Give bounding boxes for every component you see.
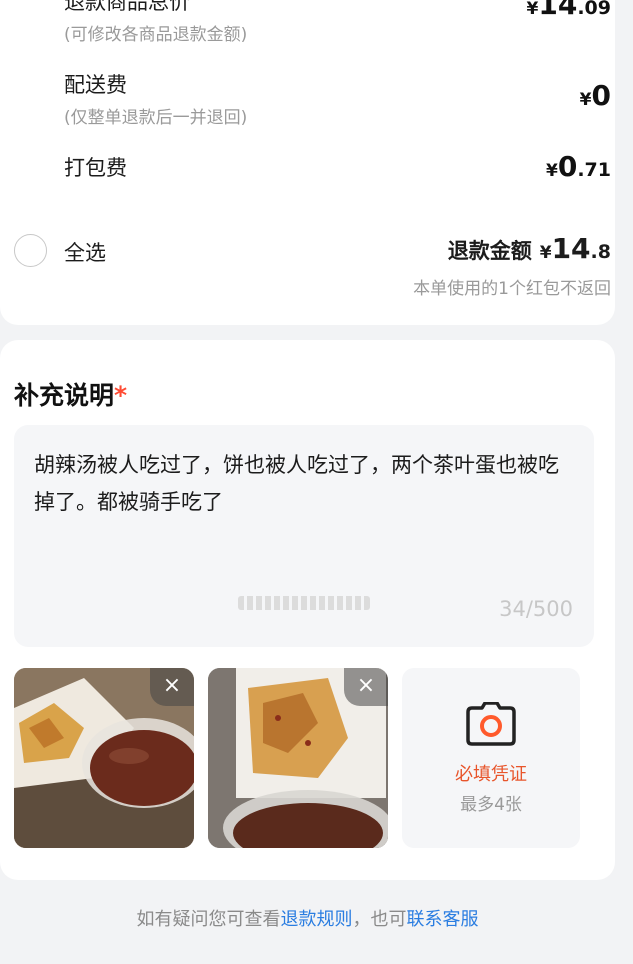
- upload-limit-label: 最多4张: [460, 795, 522, 815]
- refund-total-label: 退款金额: [447, 239, 532, 263]
- refund-total: 退款金额 ¥14.8: [447, 232, 611, 265]
- blurred-watermark: [238, 596, 370, 610]
- evidence-photo-1[interactable]: ×: [14, 668, 194, 848]
- packaging-fee-row: 打包费 ¥0.71: [64, 150, 611, 183]
- delivery-fee-amount: ¥0: [579, 79, 611, 112]
- packaging-fee-amount: ¥0.71: [546, 150, 611, 183]
- camera-icon: [466, 702, 516, 746]
- delivery-fee-row: 配送费 (仅整单退款后一并退回) ¥0: [64, 69, 611, 128]
- delivery-fee-label: 配送费: [64, 73, 127, 97]
- refund-rules-link[interactable]: 退款规则: [281, 909, 353, 930]
- goods-total-amount: ¥14.09: [526, 0, 611, 21]
- upload-required-label: 必填凭证: [455, 764, 527, 785]
- char-counter: 34/500: [499, 597, 573, 621]
- packaging-fee-label: 打包费: [64, 156, 127, 180]
- delivery-fee-hint: (仅整单退款后一并退回): [64, 108, 248, 128]
- goods-total-hint: (可修改各商品退款金额): [64, 25, 248, 45]
- select-all-radio[interactable]: [14, 234, 47, 267]
- supplement-title: 补充说明*: [14, 381, 128, 410]
- required-asterisk: *: [114, 381, 128, 410]
- upload-evidence-button[interactable]: 必填凭证 最多4张: [402, 668, 580, 848]
- remove-photo-1-button[interactable]: ×: [150, 668, 194, 706]
- red-packet-note: 本单使用的1个红包不返回: [413, 279, 611, 299]
- evidence-photo-2[interactable]: ×: [208, 668, 388, 848]
- remove-photo-2-button[interactable]: ×: [344, 668, 388, 706]
- help-text: 如有疑问您可查看退款规则，也可联系客服: [136, 909, 479, 930]
- contact-service-link[interactable]: 联系客服: [407, 909, 479, 930]
- select-all-label[interactable]: 全选: [64, 237, 106, 267]
- goods-total-row[interactable]: 退款商品总价 (可修改各商品退款金额) ¥14.09: [64, 0, 611, 45]
